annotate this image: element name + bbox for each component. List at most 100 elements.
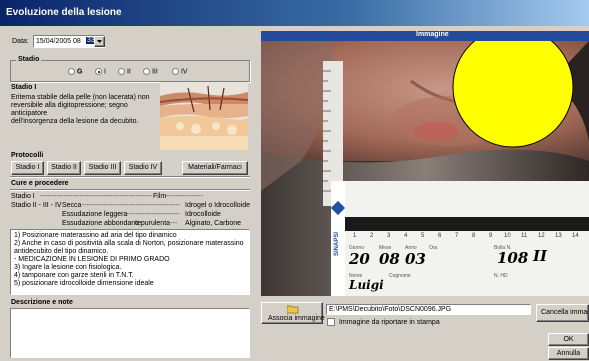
- ruler-number: 13: [555, 233, 562, 239]
- cure-row4-qualifier: o purulenta: [135, 220, 171, 227]
- cure-row3-value: Idrocolloide: [184, 211, 221, 218]
- cure-row1-stage: Stadio I: [11, 193, 35, 200]
- associa-immagine-button[interactable]: Associa immagine: [261, 302, 325, 324]
- cure-row4-condition: Essudazione abbondante: [62, 220, 142, 227]
- print-checkbox-label: Immagine da riportare in stampa: [338, 318, 440, 326]
- notes-textarea[interactable]: [10, 308, 250, 358]
- stadio-desc-title: Stadio I: [11, 84, 37, 91]
- notes-title: Descrizione e note: [11, 299, 73, 306]
- radio-label: IV: [180, 68, 188, 76]
- radio-label: G: [76, 68, 83, 76]
- dotted-leader: ----: [168, 220, 178, 227]
- ok-button[interactable]: OK: [548, 333, 589, 346]
- radio-button[interactable]: [95, 68, 102, 75]
- print-checkbox-row[interactable]: Immagine da riportare in stampa: [327, 318, 440, 326]
- stadio-radio-iv[interactable]: IV: [172, 68, 188, 75]
- description-line: dell'insorgenza della lesione da decubit…: [11, 118, 139, 125]
- ruler-number: 5: [421, 233, 425, 239]
- procedure-line: 5) posizionare idrocolloide dimensione i…: [14, 280, 154, 287]
- window-title: Evoluzione della lesione: [6, 7, 122, 18]
- date-picker[interactable]: 15/04/2005 08 33: [33, 35, 105, 48]
- description-line: reversibile alla digitopressione; segno …: [11, 102, 128, 117]
- ruler-number: 14: [572, 233, 579, 239]
- ruler-numbers: 1 2 3 4 5 6 7 8 9 10 11 12 13 14: [345, 233, 589, 243]
- file-path-value: E:\PMS\Decubito\Foto\DSCN0096.JPG: [329, 306, 452, 313]
- cancella-immagine-button[interactable]: Cancella immagine: [536, 304, 589, 322]
- materiali-farmaci-button[interactable]: Materiali/Farmaci: [182, 161, 248, 175]
- radio-label: II: [126, 68, 131, 76]
- title-bar[interactable]: Evoluzione della lesione: [0, 0, 589, 26]
- date-dropdown-button[interactable]: [94, 36, 105, 47]
- date-label: Data:: [12, 38, 29, 45]
- protocol-stadio-i-button[interactable]: Stadio I: [11, 161, 44, 175]
- ruler-number: 12: [538, 233, 545, 239]
- card-brand-strip: SINAPSI: [330, 181, 346, 296]
- procedure-line: 2) Anche in caso di positività alla scal…: [14, 240, 244, 247]
- procedure-line: 4) tamponare con garze sterili in T.N.T.: [14, 272, 134, 279]
- sticker-year: 03: [405, 250, 426, 268]
- cure-row4-value: Alginato, Carbone: [184, 220, 242, 227]
- stadio-description: Eritema stabile della pelle (non lacerat…: [11, 94, 161, 126]
- ruler-bar: [345, 217, 589, 231]
- divider: [10, 189, 250, 191]
- ruler-number: 10: [504, 233, 511, 239]
- radio-button[interactable]: [118, 68, 125, 75]
- ruler-number: 3: [387, 233, 391, 239]
- sticker-label: N. HD: [494, 273, 508, 279]
- wound-photo[interactable]: SINAPSI 1 2 3 4 5 6 7 8 9 10 11 12 13 14…: [261, 41, 589, 296]
- print-checkbox[interactable]: [327, 318, 335, 326]
- radio-button[interactable]: [68, 68, 75, 75]
- image-panel-header: Immagine: [261, 31, 589, 41]
- sticker-label: Cognome: [389, 273, 411, 279]
- protocol-stadio-ii-button[interactable]: Stadio II: [47, 161, 81, 175]
- stadio-radio-ii[interactable]: II: [118, 68, 131, 75]
- chevron-down-icon: [97, 40, 102, 43]
- file-path-field[interactable]: E:\PMS\Decubito\Foto\DSCN0096.JPG: [326, 304, 531, 315]
- measurement-card: SINAPSI 1 2 3 4 5 6 7 8 9 10 11 12 13 14…: [330, 181, 589, 296]
- ruler-number: 6: [438, 233, 442, 239]
- description-line: Eritema stabile della pelle (non lacerat…: [11, 94, 150, 101]
- ruler-number: 7: [455, 233, 459, 239]
- sticker-name: Luigi: [349, 278, 384, 292]
- skin-stage-illustration: [160, 82, 248, 150]
- associa-immagine-label: Associa immagine: [268, 315, 325, 322]
- dotted-leader: ----------------------------------------…: [40, 193, 204, 200]
- stadio-radio-iii[interactable]: III: [143, 68, 158, 75]
- protocol-stadio-iii-button[interactable]: Stadio III: [84, 161, 121, 175]
- cure-row2-stage: Stadio II - III - IV: [11, 202, 62, 209]
- protocol-stadio-iv-button[interactable]: Stadio IV: [124, 161, 162, 175]
- procedure-line: antidecubito del tipo dinamico.: [14, 248, 109, 255]
- radio-label: III: [151, 68, 158, 76]
- dotted-leader: -----------------------: [126, 211, 180, 218]
- privacy-overlay-circle: [452, 41, 574, 148]
- protocolli-title: Protocolli: [11, 152, 44, 159]
- procedure-line: - MEDICAZIONE IN LESIONE DI PRIMO GRADO: [14, 256, 170, 263]
- sticker-roman: II: [533, 247, 548, 265]
- procedure-textarea[interactable]: 1) Posizionare materassino ad aria del t…: [10, 229, 250, 295]
- folder-icon: [287, 305, 299, 314]
- stadio-radio-i[interactable]: I: [95, 68, 106, 75]
- ruler-number: 11: [521, 233, 528, 239]
- sinapsi-logo: [330, 200, 346, 216]
- ruler-number: 4: [404, 233, 408, 239]
- stadio-radio-g[interactable]: G: [68, 68, 82, 75]
- procedure-line: 3) Ingare la lesione con fisiologica.: [14, 264, 122, 271]
- date-value: 15/04/2005 08: [36, 38, 81, 45]
- procedure-line: 1) Posizionare materassino ad aria del t…: [14, 232, 177, 239]
- ruler-number: 8: [472, 233, 476, 239]
- annulla-button[interactable]: Annulla: [548, 347, 589, 360]
- sticker-day: 20: [349, 250, 370, 268]
- stadio-title: Stadio: [16, 56, 42, 63]
- sinapsi-brand: SINAPSI: [334, 231, 341, 257]
- sticker-number: 108: [497, 249, 529, 267]
- sticker-label: Ora: [429, 245, 438, 251]
- ruler-number: 2: [370, 233, 374, 239]
- image-panel-title: Immagine: [416, 31, 449, 38]
- cure-row2-condition: Secca: [62, 202, 82, 209]
- dialog-window: Evoluzione della lesione Data: 15/04/200…: [0, 0, 589, 361]
- ruler-number: 9: [489, 233, 493, 239]
- divider: [10, 176, 250, 178]
- radio-button[interactable]: [172, 68, 179, 75]
- radio-button[interactable]: [143, 68, 150, 75]
- radio-label: I: [103, 68, 106, 76]
